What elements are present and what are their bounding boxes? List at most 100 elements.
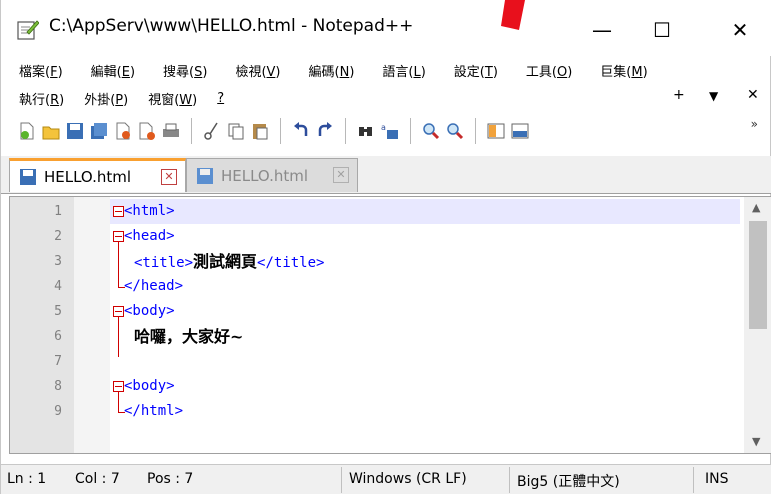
line-number: 7 <box>54 354 62 369</box>
print-icon[interactable] <box>159 119 183 143</box>
find-icon[interactable] <box>354 119 378 143</box>
tab-label: HELLO.html <box>44 167 132 186</box>
line-number: 8 <box>54 379 62 394</box>
code-line[interactable]: 6 哈囉，大家好~ <box>10 324 750 349</box>
menu-item[interactable]: 巨集(M) <box>600 61 647 80</box>
html-tag: <title> <box>134 255 194 271</box>
code-line[interactable]: 2 <head> <box>10 224 750 249</box>
menu-item-label: 設定( <box>453 64 485 80</box>
code-line[interactable]: 4 </head> <box>10 274 750 299</box>
menu-item-accelerator: M <box>631 64 643 80</box>
tab-bar: HELLO.html ✕ HELLO.html ✕ <box>1 156 771 194</box>
menu-item-label-end: ) <box>420 64 426 80</box>
copy-icon[interactable] <box>224 119 248 143</box>
maximize-button[interactable]: ☐ <box>639 10 685 50</box>
menu-item-label-end: ) <box>275 64 281 80</box>
menu-item-label: 搜尋( <box>163 64 195 80</box>
line-number: 6 <box>54 329 62 344</box>
menu-item-label: 編輯( <box>90 64 122 80</box>
menu-item[interactable]: 語言(L) <box>382 61 425 80</box>
menu-item[interactable]: 設定(T) <box>454 61 498 80</box>
code-text: </head> <box>124 274 183 299</box>
html-tag: </title> <box>257 255 325 271</box>
menu-item[interactable]: 外掛(P) <box>84 89 128 108</box>
text-content: 哈囉，大家好~ <box>134 327 244 346</box>
code-line[interactable]: 8 <body> <box>10 374 750 399</box>
close-all-icon[interactable] <box>135 119 159 143</box>
cut-icon[interactable] <box>200 119 224 143</box>
line-number: 1 <box>54 204 62 219</box>
new-file-icon[interactable] <box>15 119 39 143</box>
menu-item[interactable]: 執行(R) <box>19 89 64 108</box>
sync-vertical-icon[interactable] <box>484 119 508 143</box>
menu-item[interactable]: ? <box>217 91 224 106</box>
replace-icon[interactable]: a <box>378 119 402 143</box>
tab-close-icon[interactable]: ✕ <box>333 167 349 183</box>
editor-pane[interactable]: 1 <html> 2 <head> 3 <title>測試網頁</title> 4 </hea… <box>9 196 771 454</box>
menu-item[interactable]: 視窗(W) <box>148 89 197 108</box>
code-line[interactable]: 3 <title>測試網頁</title> <box>10 249 750 274</box>
menu-item-accelerator: E <box>121 64 130 80</box>
menu-item-label-end: ) <box>349 64 355 80</box>
menu-item[interactable]: 編輯(E) <box>91 61 135 80</box>
text-content: 測試網頁 <box>193 252 258 271</box>
menu-item-label: 檔案( <box>19 64 51 80</box>
add-menu-button[interactable]: + <box>673 87 685 103</box>
tab-close-icon[interactable]: ✕ <box>161 169 177 185</box>
menu-item-accelerator: P <box>115 92 124 108</box>
save-all-icon[interactable] <box>87 119 111 143</box>
minimize-button[interactable]: — <box>579 10 625 50</box>
html-tag: <body> <box>124 303 175 319</box>
menu-item[interactable]: 搜尋(S) <box>163 61 207 80</box>
menu-item[interactable]: 檢視(V) <box>235 61 280 80</box>
menu-item-label: 執行( <box>19 92 51 108</box>
line-number: 9 <box>54 404 62 419</box>
code-text: <html> <box>124 199 175 224</box>
redo-icon[interactable] <box>313 119 337 143</box>
sync-horizontal-icon[interactable] <box>508 119 532 143</box>
menu-item-accelerator: W <box>179 92 193 108</box>
scroll-thumb[interactable] <box>749 221 767 329</box>
dropdown-menu-button[interactable]: ▼ <box>709 89 718 103</box>
vertical-scrollbar[interactable]: ▲ ▼ <box>744 197 771 453</box>
code-line[interactable]: 7 <box>10 349 750 374</box>
code-line[interactable]: 5 <body> <box>10 299 750 324</box>
code-line[interactable]: 1 <html> <box>10 199 750 224</box>
menu-item-label: 視窗( <box>148 92 180 108</box>
undo-icon[interactable] <box>289 119 313 143</box>
menu-item-label-end: ) <box>567 64 573 80</box>
menu-item-accelerator: O <box>556 64 568 80</box>
status-column: Col : 7 <box>75 471 120 487</box>
menu-item-label: 外掛( <box>84 92 116 108</box>
menu-item-label-end: ) <box>202 64 208 80</box>
code-text: 哈囉，大家好~ <box>134 324 243 351</box>
scroll-down-icon[interactable]: ▼ <box>752 435 760 448</box>
status-eol[interactable]: Windows (CR LF) <box>349 471 467 487</box>
tab-hello-html-inactive[interactable]: HELLO.html ✕ <box>186 158 358 192</box>
title-bar: C:\AppServ\www\HELLO.html - Notepad++ — … <box>1 0 771 56</box>
open-file-icon[interactable] <box>39 119 63 143</box>
menu-item[interactable]: 編碼(N) <box>309 61 355 80</box>
menu-row-2: 執行(R) 外掛(P) 視窗(W)? <box>19 86 244 110</box>
menu-bar: 檔案(F) 編輯(E) 搜尋(S) 檢視(V) 編碼(N) 語言(L) 設定(T) 工具(O)… <box>1 58 771 110</box>
close-document-button[interactable]: ✕ <box>747 87 759 103</box>
close-button[interactable]: ✕ <box>717 10 763 50</box>
toolbar-overflow-icon[interactable]: » <box>751 117 758 131</box>
code-text: <body> <box>124 299 175 324</box>
code-line[interactable]: 9 </html> <box>10 399 750 424</box>
status-insert-mode[interactable]: INS <box>705 471 729 487</box>
zoom-out-icon[interactable] <box>443 119 467 143</box>
status-encoding[interactable]: Big5 (正體中文) <box>517 471 620 491</box>
menu-item[interactable]: 檔案(F) <box>19 61 63 80</box>
menu-item-accelerator: T <box>484 64 493 80</box>
menu-item[interactable]: 工具(O) <box>526 61 572 80</box>
scroll-up-icon[interactable]: ▲ <box>752 201 760 214</box>
status-position: Pos : 7 <box>147 471 194 487</box>
zoom-in-icon[interactable] <box>419 119 443 143</box>
close-file-icon[interactable] <box>111 119 135 143</box>
tab-hello-html-active[interactable]: HELLO.html ✕ <box>9 158 186 192</box>
save-icon[interactable] <box>63 119 87 143</box>
paste-icon[interactable] <box>248 119 272 143</box>
menu-item-label-end: ) <box>57 64 63 80</box>
line-number: 5 <box>54 304 62 319</box>
